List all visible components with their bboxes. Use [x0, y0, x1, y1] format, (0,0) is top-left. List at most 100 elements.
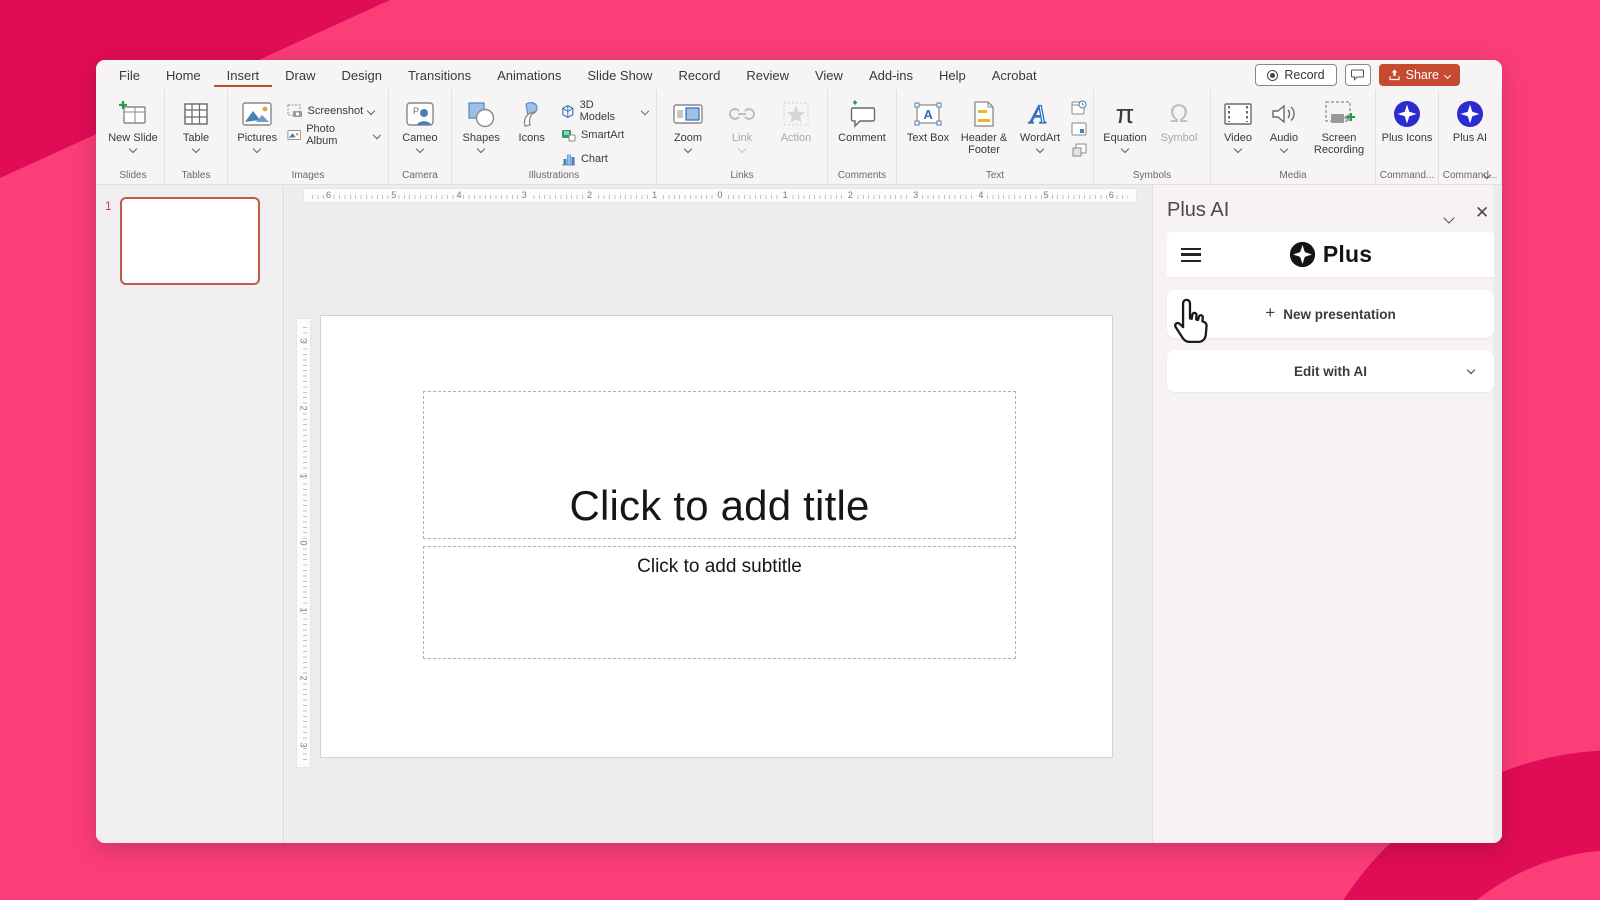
menu-draw[interactable]: Draw — [272, 63, 328, 87]
plus-icons-button[interactable]: Plus Icons — [1380, 93, 1434, 144]
slide-number-button[interactable] — [1069, 120, 1089, 138]
share-icon — [1389, 69, 1400, 81]
chart-button[interactable]: Chart — [557, 147, 652, 171]
share-dropdown-chevron — [1444, 71, 1451, 78]
3d-models-label: 3D Models — [580, 99, 628, 123]
group-label-camera: Camera — [389, 170, 451, 181]
menu-design[interactable]: Design — [329, 63, 395, 87]
audio-button[interactable]: Audio — [1261, 93, 1307, 152]
link-button-disabled: Link — [715, 93, 769, 152]
group-label-tables: Tables — [165, 170, 227, 181]
editing-canvas: 6543210123456 3210123 Click to add title… — [285, 185, 1152, 843]
group-label-command-2: Command... — [1439, 170, 1501, 181]
table-button[interactable]: Table — [169, 93, 223, 152]
menu-animations[interactable]: Animations — [484, 63, 574, 87]
photo-album-button[interactable]: Photo Album — [283, 123, 384, 147]
svg-text:A: A — [1028, 100, 1046, 128]
subtitle-placeholder-text: Click to add subtitle — [637, 556, 802, 578]
screenshot-button[interactable]: Screenshot — [283, 99, 384, 123]
group-label-command-1: Command... — [1376, 170, 1438, 181]
menu-home[interactable]: Home — [153, 63, 214, 87]
menu-add-ins[interactable]: Add-ins — [856, 63, 926, 87]
screen-recording-button[interactable]: Screen Recording — [1307, 93, 1371, 156]
record-button[interactable]: Record — [1255, 64, 1336, 86]
photo-album-label: Photo Album — [306, 123, 363, 147]
menu-view[interactable]: View — [802, 63, 856, 87]
title-placeholder[interactable]: Click to add title — [423, 391, 1016, 539]
svg-text:P: P — [413, 106, 419, 116]
date-time-button[interactable] — [1069, 99, 1089, 117]
menu-record[interactable]: Record — [665, 63, 733, 87]
vertical-ruler: 3210123 — [296, 318, 311, 768]
symbol-icon: Ω — [1170, 98, 1189, 130]
smartart-button[interactable]: SmartArt — [557, 123, 652, 147]
text-box-button[interactable]: A Text Box — [901, 93, 955, 144]
slide-1-thumbnail[interactable] — [120, 197, 260, 285]
ribbon-group-images: Pictures Screenshot Photo Album Images — [228, 90, 389, 184]
ribbon-group-text: A Text Box Header & Footer A WordArt — [897, 90, 1094, 184]
ribbon-group-media: Video Audio Screen Recording Media — [1211, 90, 1376, 184]
plus-brand-text: Plus — [1323, 241, 1372, 268]
record-button-label: Record — [1284, 68, 1324, 82]
slide-thumbnail-panel: 1 — [96, 185, 284, 843]
symbol-label: Symbol — [1161, 132, 1198, 144]
plus-ai-button[interactable]: Plus AI — [1443, 93, 1497, 144]
link-label: Link — [732, 132, 752, 144]
pane-scrollbar-gutter[interactable] — [1493, 185, 1502, 843]
group-label-links: Links — [657, 170, 827, 181]
svg-text:A: A — [924, 107, 934, 122]
comments-button[interactable] — [1345, 64, 1371, 86]
audio-label: Audio — [1270, 132, 1298, 144]
icons-label: Icons — [519, 132, 545, 144]
menu-slide-show[interactable]: Slide Show — [574, 63, 665, 87]
link-chevron — [738, 145, 746, 153]
menu-file[interactable]: File — [106, 63, 153, 87]
pane-collapse-button[interactable] — [1445, 209, 1453, 227]
chart-label: Chart — [581, 153, 608, 165]
photo-album-icon — [287, 128, 302, 142]
plus-glyph-icon: + — [1265, 303, 1275, 323]
pictures-button[interactable]: Pictures — [232, 93, 283, 152]
edit-with-ai-button[interactable]: Edit with AI — [1167, 350, 1494, 392]
shapes-label: Shapes — [463, 132, 500, 144]
icons-button[interactable]: Icons — [506, 93, 557, 144]
menu-review[interactable]: Review — [733, 63, 802, 87]
group-label-comments: Comments — [828, 170, 896, 181]
screenshot-icon — [287, 104, 303, 118]
group-label-symbols: Symbols — [1094, 170, 1210, 181]
zoom-button[interactable]: Zoom — [661, 93, 715, 152]
pictures-icon — [241, 98, 273, 130]
shapes-chevron — [477, 145, 485, 153]
cameo-button[interactable]: P Cameo — [393, 93, 447, 152]
wordart-button[interactable]: A WordArt — [1013, 93, 1067, 152]
shapes-button[interactable]: Shapes — [456, 93, 507, 152]
pane-close-button[interactable]: ✕ — [1475, 203, 1489, 223]
video-button[interactable]: Video — [1215, 93, 1261, 152]
equation-icon: π — [1116, 98, 1135, 130]
3d-models-chevron — [641, 107, 649, 115]
screenshot-chevron — [367, 107, 375, 115]
header-footer-button[interactable]: Header & Footer — [955, 93, 1013, 156]
action-icon — [782, 98, 810, 130]
subtitle-placeholder[interactable]: Click to add subtitle — [423, 546, 1016, 659]
menu-help[interactable]: Help — [926, 63, 979, 87]
menu-insert[interactable]: Insert — [214, 63, 273, 87]
photo-album-chevron — [373, 131, 381, 139]
3d-models-icon — [561, 104, 575, 119]
menu-transitions[interactable]: Transitions — [395, 63, 484, 87]
comment-bubble-icon — [1351, 69, 1364, 81]
new-slide-button[interactable]: New Slide — [106, 93, 160, 152]
new-presentation-button[interactable]: + New presentation — [1167, 290, 1494, 338]
equation-label: Equation — [1103, 132, 1146, 144]
comment-button[interactable]: Comment — [832, 93, 892, 144]
hamburger-menu-icon[interactable] — [1181, 248, 1201, 262]
group-label-media: Media — [1211, 170, 1375, 181]
share-button[interactable]: Share — [1379, 64, 1460, 86]
menu-acrobat[interactable]: Acrobat — [979, 63, 1050, 87]
insert-object-button[interactable] — [1069, 141, 1089, 159]
equation-button[interactable]: π Equation — [1098, 93, 1152, 152]
3d-models-button[interactable]: 3D Models — [557, 99, 652, 123]
audio-chevron — [1280, 145, 1288, 153]
text-box-icon: A — [913, 98, 943, 130]
ribbon-group-tables: Table Tables — [165, 90, 228, 184]
